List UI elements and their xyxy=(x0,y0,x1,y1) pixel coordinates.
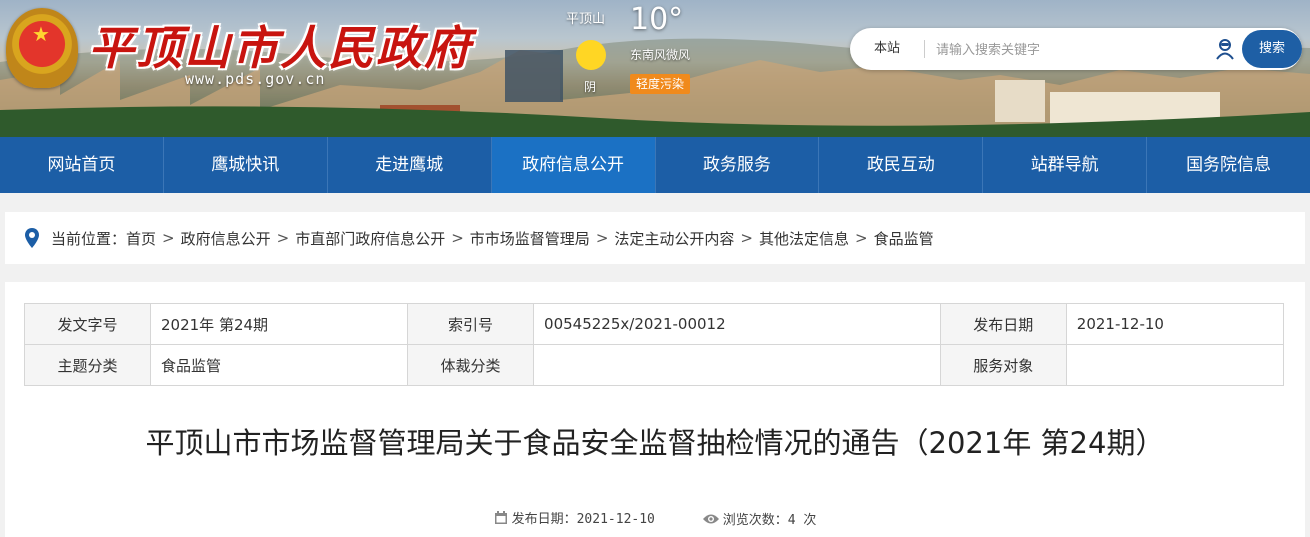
weather-temperature: 10° xyxy=(630,2,684,37)
nav-item-site-group[interactable]: 站群导航 xyxy=(983,137,1148,193)
meta-value xyxy=(533,344,941,386)
breadcrumb-separator: > xyxy=(162,229,175,247)
publish-date: 发布日期：2021-12-10 xyxy=(511,512,655,527)
search-divider xyxy=(924,40,925,58)
search-bar: 本站 搜索 xyxy=(850,28,1302,70)
search-input[interactable] xyxy=(936,36,1206,62)
breadcrumb-item-food-supervision[interactable]: 食品监管 xyxy=(874,228,934,249)
meta-value: 2021-12-10 xyxy=(1065,303,1285,345)
meta-value: 00545225x/2021-00012 xyxy=(533,303,941,345)
header-banner: ★ 平顶山市人民政府 www.pds.gov.cn 平顶山 10° 阴 东南风微… xyxy=(0,0,1310,137)
view-count: 浏览次数：4 次 xyxy=(722,513,817,528)
calendar-icon xyxy=(494,510,507,524)
location-pin-icon xyxy=(25,228,39,248)
breadcrumb-separator: > xyxy=(276,229,290,247)
meta-value xyxy=(1065,344,1285,386)
meta-key: 发布日期 xyxy=(939,303,1067,345)
breadcrumb-item-departments[interactable]: 市直部门政府信息公开 xyxy=(295,228,445,249)
document-meta-table: 发文字号 2021年 第24期 索引号 00545225x/2021-00012… xyxy=(24,303,1285,386)
article-meta: 发布日期：2021-12-10 浏览次数：4 次 xyxy=(5,508,1305,529)
meta-value: 2021年 第24期 xyxy=(149,303,409,345)
nav-item-home[interactable]: 网站首页 xyxy=(0,137,164,193)
breadcrumb-prefix: 当前位置： xyxy=(51,229,127,248)
article-title: 平顶山市市场监督管理局关于食品安全监督抽检情况的通告（2021年 第24期） xyxy=(145,426,1165,460)
breadcrumb-separator: > xyxy=(451,229,464,247)
accessibility-person-icon[interactable] xyxy=(1214,38,1236,60)
nav-item-gov-info[interactable]: 政府信息公开 xyxy=(491,137,656,193)
breadcrumb-item-home[interactable]: 首页 xyxy=(126,228,156,249)
weather-cloudy-icon xyxy=(576,40,606,70)
nav-item-gov-services[interactable]: 政务服务 xyxy=(656,137,820,193)
breadcrumb: 当前位置： 首页 > 政府信息公开 > 市直部门政府信息公开 > 市市场监督管理… xyxy=(5,212,1305,264)
nav-item-about-city[interactable]: 走进鹰城 xyxy=(328,137,492,193)
breadcrumb-item-other-info[interactable]: 其他法定信息 xyxy=(759,228,849,249)
nav-item-interaction[interactable]: 政民互动 xyxy=(819,137,984,193)
nav-item-news[interactable]: 鹰城快讯 xyxy=(164,137,328,193)
meta-key: 体裁分类 xyxy=(407,344,535,386)
site-url: www.pds.gov.cn xyxy=(185,70,326,88)
eye-icon xyxy=(702,514,719,523)
main-nav: 网站首页 鹰城快讯 走进鹰城 政府信息公开 政务服务 政民互动 站群导航 国务院… xyxy=(0,137,1310,193)
breadcrumb-separator: > xyxy=(595,229,609,247)
meta-key: 服务对象 xyxy=(939,344,1067,386)
weather-city: 平顶山 xyxy=(566,12,606,27)
search-button[interactable]: 搜索 xyxy=(1242,30,1302,68)
meta-value: 食品监管 xyxy=(149,344,409,386)
meta-key: 发文字号 xyxy=(24,303,151,345)
national-emblem-logo: ★ xyxy=(6,8,78,88)
search-scope-selector[interactable]: 本站 xyxy=(874,28,900,70)
breadcrumb-item-gov-info[interactable]: 政府信息公开 xyxy=(181,228,271,249)
weather-condition: 阴 xyxy=(584,80,597,94)
view-count-item: 浏览次数：4 次 xyxy=(702,509,817,528)
meta-key: 主题分类 xyxy=(24,344,151,386)
breadcrumb-separator: > xyxy=(740,229,753,247)
weather-wind: 东南风微风 xyxy=(630,48,691,62)
site-title-logo[interactable]: 平顶山市人民政府 xyxy=(88,12,472,78)
article-panel: 发文字号 2021年 第24期 索引号 00545225x/2021-00012… xyxy=(5,282,1305,537)
breadcrumb-separator: > xyxy=(855,229,868,247)
table-row: 发文字号 2021年 第24期 索引号 00545225x/2021-00012… xyxy=(24,303,1285,345)
breadcrumb-item-statutory-content[interactable]: 法定主动公开内容 xyxy=(614,228,734,249)
meta-key: 索引号 xyxy=(407,303,535,345)
air-quality-badge: 轻度污染 xyxy=(630,74,691,94)
publish-date-item: 发布日期：2021-12-10 xyxy=(494,508,655,527)
nav-item-state-council[interactable]: 国务院信息 xyxy=(1147,137,1310,193)
table-row: 主题分类 食品监管 体裁分类 服务对象 xyxy=(24,344,1285,386)
breadcrumb-item-market-bureau[interactable]: 市市场监督管理局 xyxy=(470,228,590,249)
